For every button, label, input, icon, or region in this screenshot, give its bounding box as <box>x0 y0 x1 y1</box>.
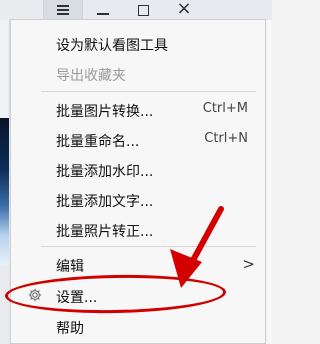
menu-item-label: 导出收藏夹 <box>56 68 126 84</box>
left-background-strip <box>0 20 10 118</box>
menu-item-shortcut: Ctrl+N <box>204 131 248 146</box>
menu-item-batch-watermark[interactable]: 批量添加水印... <box>11 156 265 184</box>
menu-item-batch-rename[interactable]: 批量重命名... Ctrl+N <box>11 126 265 154</box>
minimize-button[interactable] <box>83 0 123 20</box>
menu-item-label: 设置... <box>56 290 98 306</box>
menu-item-export-favorites: 导出收藏夹 <box>11 60 265 88</box>
menu-item-set-default-viewer[interactable]: 设为默认看图工具 <box>11 30 265 58</box>
right-background-strip <box>265 18 272 344</box>
menu-item-batch-straighten-photos[interactable]: 批量照片转正... <box>11 216 265 244</box>
menu-item-label: 批量添加水印... <box>56 164 154 180</box>
menu-item-label: 编辑 <box>56 259 84 275</box>
menu-icon <box>57 5 69 15</box>
menu-item-shortcut: Ctrl+M <box>202 101 248 116</box>
menu-separator <box>41 246 256 247</box>
window-controls: × <box>43 0 272 20</box>
menu-item-label: 批量照片转正... <box>56 224 154 240</box>
menu-button[interactable] <box>43 0 83 20</box>
maximize-icon <box>137 4 149 16</box>
menu-item-label: 批量图片转换... <box>56 104 154 120</box>
menu-item-label: 批量添加文字... <box>56 194 154 210</box>
menu-item-help[interactable]: 帮助 <box>11 313 265 341</box>
menu-item-label: 批量重命名... <box>56 134 140 150</box>
menu-item-settings[interactable]: 设置... <box>11 282 265 310</box>
close-icon: × <box>176 0 192 19</box>
minimize-icon <box>97 13 109 15</box>
menu-item-batch-add-text[interactable]: 批量添加文字... <box>11 186 265 214</box>
menu-item-label: 帮助 <box>56 321 84 337</box>
menu-item-batch-image-convert[interactable]: 批量图片转换... Ctrl+M <box>11 96 265 124</box>
background-photo-strip <box>0 118 9 265</box>
menu-item-edit[interactable]: 编辑 > <box>11 251 265 279</box>
menu-item-label: 设为默认看图工具 <box>56 38 168 54</box>
gear-icon <box>27 287 43 303</box>
main-menu: 设为默认看图工具 导出收藏夹 批量图片转换... Ctrl+M 批量重命名...… <box>10 19 266 344</box>
close-button[interactable]: × <box>163 0 205 20</box>
submenu-chevron-icon: > <box>242 255 255 273</box>
menu-separator <box>41 91 256 92</box>
maximize-button[interactable] <box>123 0 163 20</box>
